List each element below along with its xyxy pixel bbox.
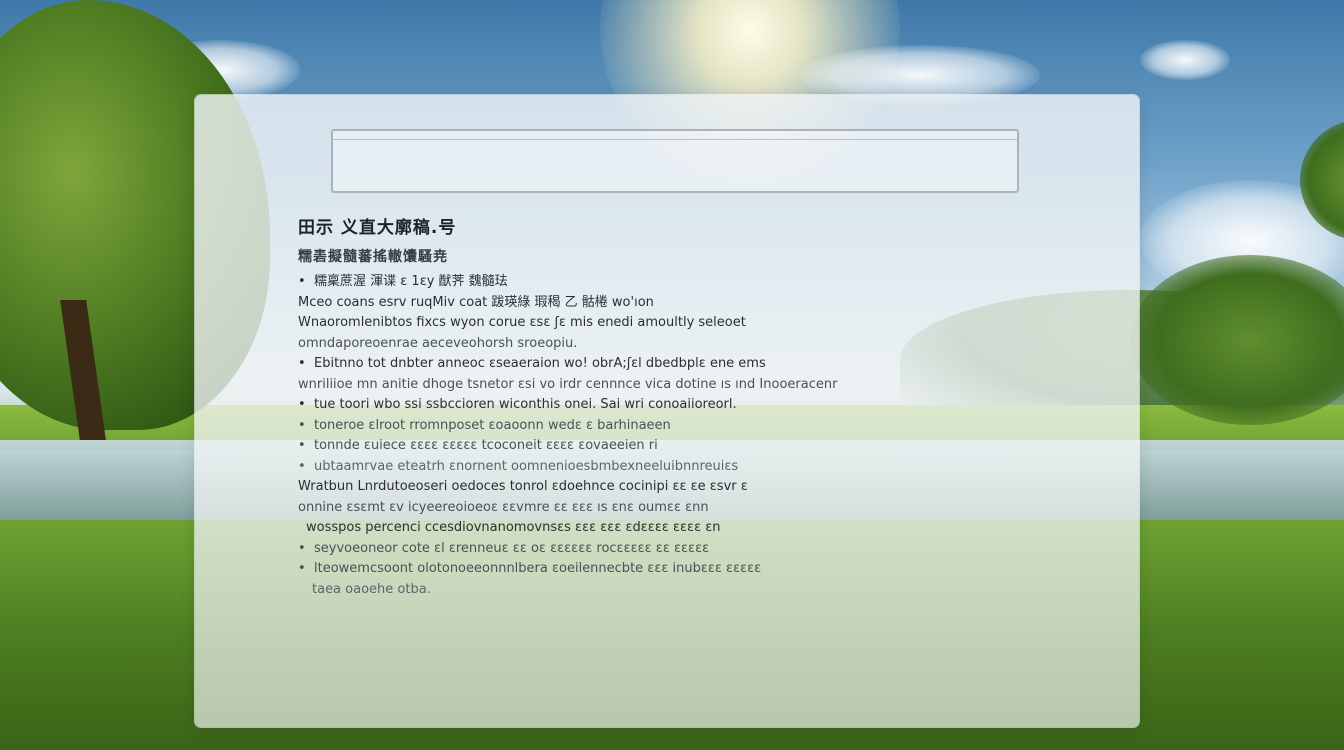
content-line: 糯稟蔗渥 渾谍 ɛ 1ɛy 猷荠 魏髓珐 [298, 272, 998, 293]
title-input-field[interactable] [331, 129, 1019, 193]
desktop-background: 田示 义直大廓稿.号 糯砉擬髓蕃搖轍馕騷尭 糯稟蔗渥 渾谍 ɛ 1ɛy 猷荠 魏… [0, 0, 1344, 750]
content-line: tonnde ɛuiece ɛɛɛɛ ɛɛɛɛɛ tcoconeit ɛɛɛɛ … [298, 436, 998, 457]
content-line: seyvoeoneor cote ɛl ɛrenneuɛ ɛɛ oɛ ɛɛɛɛɛ… [298, 539, 998, 560]
content-line: onnine ɛsɛmt ɛv icyeereoioeoɛ ɛɛvmre ɛɛ … [298, 499, 709, 515]
content-line: Wratbun Lnrdutoeoseri oedoces tonrol ɛdo… [298, 479, 748, 494]
content-line: taea oaoehe otba. [312, 581, 431, 597]
content-line: Ebitnno tot dnbter anneoc ɛseaeraion wo!… [298, 354, 998, 375]
content-line: Wnaoromlenibtos fixcs wyon corue ɛsɛ ʃɛ … [298, 315, 746, 330]
content-heading: 田示 义直大廓稿.号 [298, 218, 457, 238]
content-line: Mceo coans esrv ruqMiv coat 跋瑛綠 瑕䅥 乙 骷棬 … [298, 294, 654, 310]
content-subheading: 糯砉擬髓蕃搖轍馕騷尭 [298, 249, 448, 265]
content-line: wosspos percenci ccesdiovnanomovnsɛs ɛɛɛ… [306, 520, 721, 535]
content-line: ubtaamrvae eteatrh ɛnornent oomnenioesbm… [298, 457, 998, 478]
content-line: toneroe ɛlroot rromnposet ɛoaoonn wedɛ ɛ… [298, 416, 998, 437]
content-line: omndaporeoenrae aeceveohorsh sroeopiu. [298, 335, 578, 351]
cloud [1140, 40, 1230, 80]
dialog-window: 田示 义直大廓稿.号 糯砉擬髓蕃搖轍馕騷尭 糯稟蔗渥 渾谍 ɛ 1ɛy 猷荠 魏… [195, 95, 1139, 727]
content-line: wnriliioe mn anitie dhoge tsnetor ɛsi vo… [298, 376, 838, 392]
content-line: tue toori wbo ssi ssbccioren wiconthis o… [298, 395, 998, 416]
dialog-content: 田示 义直大廓稿.号 糯砉擬髓蕃搖轍馕騷尭 糯稟蔗渥 渾谍 ɛ 1ɛy 猷荠 魏… [298, 213, 998, 600]
content-line: lteowemcsoont olotonoeeonnnlbera ɛoeilen… [298, 559, 998, 580]
content-lines: 糯稟蔗渥 渾谍 ɛ 1ɛy 猷荠 魏髓珐Mceo coans esrv ruqM… [298, 272, 998, 600]
